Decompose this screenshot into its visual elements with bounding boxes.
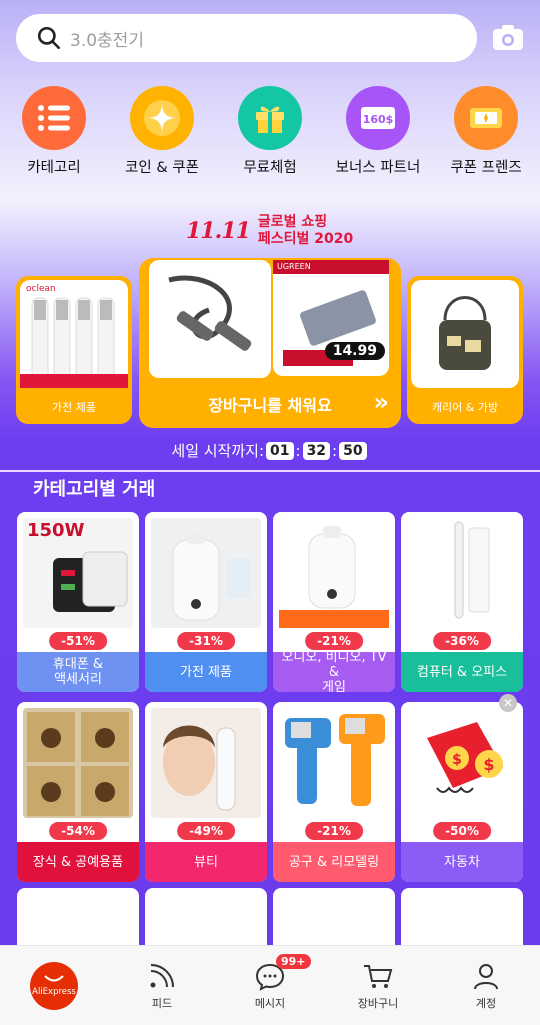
category-tile-phones[interactable]: 150W -51% 휴대폰 & 액세서리 xyxy=(17,512,139,692)
aliexpress-logo: AliExpress xyxy=(30,961,78,1010)
category-tile-computers[interactable]: -36% 컴퓨터 & 오피스 xyxy=(401,512,523,692)
category-tile-beauty[interactable]: -49% 뷰티 xyxy=(145,702,267,882)
search-placeholder: 3.0충전기 xyxy=(70,30,144,51)
nav-cart[interactable]: 장바구니 xyxy=(324,946,432,1025)
camera-icon[interactable] xyxy=(490,20,526,56)
bonus-money-icon: 160$ xyxy=(346,86,410,150)
category-name: 뷰티 xyxy=(145,842,267,882)
nav-feed[interactable]: 피드 xyxy=(108,946,216,1025)
quick-coupon-friends-label: 쿠폰 프렌즈 xyxy=(450,160,522,176)
banner-left-label: 가전 제품 xyxy=(52,401,96,414)
category-name: 자동차 xyxy=(401,842,523,882)
message-badge: 99+ xyxy=(276,954,311,969)
category-name: 장식 & 공예용품 xyxy=(17,842,139,882)
feed-icon xyxy=(150,963,174,987)
sale-countdown: 세일 시작까지: 01: 32: 50 xyxy=(0,440,540,461)
quick-coins-coupons[interactable]: 코인 & 쿠폰 xyxy=(108,86,216,177)
quick-category-label: 카테고리 xyxy=(27,160,81,176)
bag-image xyxy=(411,280,519,388)
close-icon[interactable]: ✕ xyxy=(499,694,517,712)
usb-hub-image: UGREEN 14.99 xyxy=(273,260,389,376)
bottom-nav: AliExpress 피드 99+ 메시지 장바구니 계정 xyxy=(0,945,540,1025)
festival-title: 11.11 글로벌 쇼핑 페스티벌 2020 xyxy=(186,214,353,248)
discount-badge: -50% xyxy=(433,822,491,840)
beauty-image xyxy=(151,708,261,818)
svg-text:$: $ xyxy=(452,752,462,768)
discount-badge: -21% xyxy=(305,632,363,650)
section-title: 카테고리별 거래 xyxy=(33,479,156,500)
category-name: 휴대폰 & 액세서리 xyxy=(17,652,139,692)
price-tag: 14.99 xyxy=(324,342,385,360)
poster-image xyxy=(23,708,133,818)
quick-coins-label: 코인 & 쿠폰 xyxy=(125,160,199,176)
discount-badge: -51% xyxy=(49,632,107,650)
festival-logo: 11.11 xyxy=(186,218,251,244)
category-tile-appliances[interactable]: -31% 가전 제품 xyxy=(145,512,267,692)
nav-feed-label: 피드 xyxy=(151,996,173,1010)
nav-account[interactable]: 계정 xyxy=(432,946,540,1025)
discount-badge: -36% xyxy=(433,632,491,650)
nav-home[interactable]: AliExpress xyxy=(0,946,108,1025)
stylus-image xyxy=(407,518,517,628)
banner-card-bags[interactable]: 캐리어 & 가방 xyxy=(407,276,523,424)
category-tile-auto[interactable]: $ $ -50% 자동차 xyxy=(401,702,523,882)
category-deals-grid: 150W -51% 휴대폰 & 액세서리 -31% 가전 제품 -21% 오디오… xyxy=(17,512,523,882)
banner-center-cta: 장바구니를 채워요 xyxy=(208,396,332,415)
banner-card-center[interactable]: UGREEN 14.99 장바구니를 채워요 » xyxy=(139,258,401,428)
coupon-ticket-icon xyxy=(454,86,518,150)
toothbrush-heads-image: oclean xyxy=(20,280,128,388)
category-name: 공구 & 리모델링 xyxy=(273,842,395,882)
search-bar[interactable]: 3.0충전기 xyxy=(16,14,477,62)
app-screen: { "search": {"placeholder": "3.0충전기"}, "… xyxy=(0,0,540,1025)
quick-category[interactable]: 카테고리 xyxy=(0,86,108,177)
coin-star-icon xyxy=(130,86,194,150)
discount-badge: -31% xyxy=(177,632,235,650)
quick-free-trial-label: 무료체험 xyxy=(243,160,297,176)
svg-text:160$: 160$ xyxy=(363,113,394,126)
quick-free-trial[interactable]: 무료체험 xyxy=(216,86,324,177)
banner-card-appliances[interactable]: oclean 가전 제품 xyxy=(16,276,132,424)
oclean-brand: oclean xyxy=(26,284,56,294)
festival-line1: 글로벌 쇼핑 xyxy=(257,214,328,230)
countdown-label: 세일 시작까지: xyxy=(171,442,265,460)
gift-box-icon xyxy=(238,86,302,150)
account-icon xyxy=(474,963,498,989)
category-name: 오디오, 비디오, TV & 게임 xyxy=(273,650,395,692)
festival-line2: 페스티벌 2020 xyxy=(257,231,354,247)
thermometer-image xyxy=(279,708,389,818)
humidifier-image xyxy=(151,518,261,628)
quick-menu: 카테고리 코인 & 쿠폰 무료체험 160$ 보너스 파트너 쿠폰 프렌즈 xyxy=(0,86,540,177)
charger-image: 150W xyxy=(23,518,133,628)
discount-badge: -54% xyxy=(49,822,107,840)
wattage-tag: 150W xyxy=(27,520,85,541)
quick-coupon-friends[interactable]: 쿠폰 프렌즈 xyxy=(432,86,540,177)
nav-messages-label: 메시지 xyxy=(254,996,286,1010)
discount-badge: -49% xyxy=(177,822,235,840)
category-tile-audio-video[interactable]: -21% 오디오, 비디오, TV & 게임 xyxy=(273,512,395,692)
discount-badge: -21% xyxy=(305,822,363,840)
nav-messages[interactable]: 99+ 메시지 xyxy=(216,946,324,1025)
search-icon xyxy=(37,26,61,50)
humidifier-image xyxy=(279,518,389,628)
category-tile-tools[interactable]: -21% 공구 & 리모델링 xyxy=(273,702,395,882)
svg-text:$: $ xyxy=(483,755,494,774)
category-name: 가전 제품 xyxy=(145,652,267,692)
dollar-image: $ $ xyxy=(407,708,517,818)
quick-bonus-partner[interactable]: 160$ 보너스 파트너 xyxy=(324,86,432,177)
cart-icon xyxy=(364,964,393,988)
nav-account-label: 계정 xyxy=(475,996,497,1010)
chevron-right-double-icon: » xyxy=(373,388,389,416)
aliexpress-logo-text: AliExpress xyxy=(32,986,76,997)
countdown-seconds: 50 xyxy=(339,441,367,460)
countdown-hours: 01 xyxy=(266,441,294,460)
countdown-minutes: 32 xyxy=(302,441,331,460)
category-tile-decor[interactable]: -54% 장식 & 공예용품 xyxy=(17,702,139,882)
usb-cable-image xyxy=(149,260,271,378)
section-divider xyxy=(0,470,540,472)
quick-bonus-label: 보너스 파트너 xyxy=(335,160,421,176)
category-list-icon xyxy=(22,86,86,150)
category-name: 컴퓨터 & 오피스 xyxy=(401,652,523,692)
nav-cart-label: 장바구니 xyxy=(357,996,399,1010)
banner-right-label: 캐리어 & 가방 xyxy=(431,401,499,414)
